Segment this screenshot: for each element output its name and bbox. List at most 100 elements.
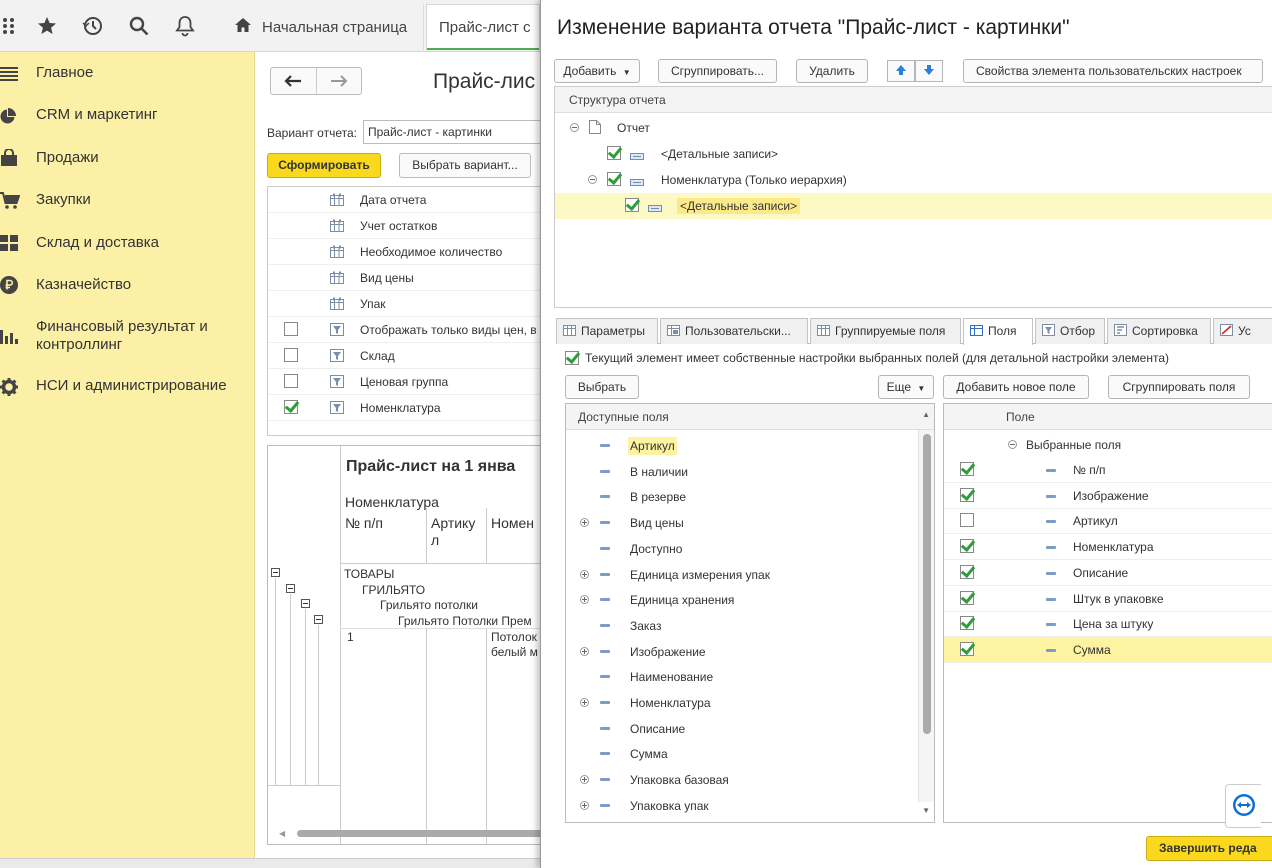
- available-field-row[interactable]: Доступно: [566, 535, 918, 561]
- settings-row[interactable]: Ценовая группа: [268, 369, 541, 395]
- settings-checkbox[interactable]: [284, 374, 298, 388]
- selected-field-row[interactable]: № п/п: [944, 457, 1272, 483]
- expand-icon[interactable]: [580, 595, 589, 605]
- group-button[interactable]: Сгруппировать...: [658, 59, 777, 83]
- variant-input[interactable]: Прайс-лист - картинки: [363, 120, 540, 144]
- available-field-row[interactable]: Наименование: [566, 663, 918, 689]
- node-checkbox[interactable]: [607, 172, 621, 186]
- delete-button[interactable]: Удалить: [796, 59, 868, 83]
- collapse-icon[interactable]: [314, 615, 323, 624]
- field-checkbox[interactable]: [960, 641, 974, 656]
- apps-grid-icon[interactable]: [0, 0, 20, 52]
- selected-field-row[interactable]: Артикул: [944, 508, 1272, 535]
- generate-button[interactable]: Сформировать: [267, 153, 381, 178]
- tab-user-settings[interactable]: Пользовательски...: [660, 318, 808, 344]
- field-checkbox[interactable]: [960, 564, 974, 579]
- settings-row[interactable]: Номенклатура: [268, 395, 541, 421]
- horizontal-scrollbar[interactable]: ◀: [267, 828, 547, 840]
- move-up-button[interactable]: [887, 60, 915, 82]
- field-checkbox[interactable]: [960, 590, 974, 605]
- tab-grouping-fields[interactable]: Группируемые поля: [810, 318, 961, 344]
- node-checkbox[interactable]: [607, 146, 621, 160]
- selected-field-row[interactable]: Сумма: [944, 636, 1272, 663]
- teamviewer-widget[interactable]: [1225, 784, 1261, 828]
- available-field-row[interactable]: Единица измерения упак: [566, 561, 918, 587]
- available-field-row[interactable]: Вид цены: [566, 509, 918, 535]
- more-button[interactable]: Еще ▼: [878, 375, 934, 399]
- expand-icon[interactable]: [580, 775, 589, 785]
- available-field-row[interactable]: Сумма: [566, 740, 918, 766]
- forward-arrow-icon[interactable]: [317, 68, 362, 94]
- selected-field-row[interactable]: Штук в упаковке: [944, 586, 1272, 612]
- available-field-row[interactable]: Номенклатура: [566, 689, 918, 715]
- tab-fields[interactable]: Поля: [963, 318, 1033, 345]
- available-field-row[interactable]: В наличии: [566, 458, 918, 484]
- tab-price-list[interactable]: Прайс-лист с: [426, 4, 540, 50]
- own-settings-option[interactable]: Текущий элемент имеет собственные настро…: [565, 351, 1169, 365]
- settings-row[interactable]: Отображать только виды цен, в: [268, 317, 541, 343]
- tree-node-nomenclature[interactable]: Номенклатура (Только иерархия): [555, 167, 1272, 193]
- collapse-icon[interactable]: [301, 599, 310, 608]
- selected-field-row[interactable]: Цена за штуку: [944, 611, 1272, 638]
- available-field-row[interactable]: Упаковка упак: [566, 792, 918, 818]
- settings-row[interactable]: Склад: [268, 343, 541, 369]
- scroll-up-icon[interactable]: ▲: [922, 410, 930, 419]
- vertical-scrollbar[interactable]: [918, 430, 934, 802]
- settings-row[interactable]: Вид цены: [268, 265, 541, 291]
- settings-checkbox[interactable]: [284, 348, 298, 362]
- choose-variant-button[interactable]: Выбрать вариант...: [399, 153, 531, 178]
- selected-field-row[interactable]: Описание: [944, 560, 1272, 586]
- star-icon[interactable]: [24, 0, 70, 52]
- settings-row[interactable]: Дата отчета: [268, 187, 541, 213]
- settings-row[interactable]: Необходимое количество: [268, 239, 541, 265]
- add-button[interactable]: Добавить ▼: [554, 59, 640, 83]
- tab-conditional[interactable]: Ус: [1213, 318, 1272, 344]
- available-field-row[interactable]: Единица хранения: [566, 586, 918, 612]
- tree-node-report[interactable]: Отчет: [555, 115, 1272, 141]
- node-checkbox[interactable]: [625, 198, 639, 212]
- available-field-row[interactable]: Артикул: [566, 432, 918, 458]
- bell-icon[interactable]: [162, 0, 208, 52]
- field-checkbox[interactable]: [960, 513, 974, 528]
- settings-row[interactable]: Упак: [268, 291, 541, 317]
- field-checkbox[interactable]: [960, 616, 974, 631]
- own-settings-checkbox[interactable]: [565, 351, 579, 365]
- scrollbar-thumb[interactable]: [923, 434, 931, 734]
- move-down-button[interactable]: [915, 60, 943, 82]
- finish-editing-button[interactable]: Завершить реда: [1146, 836, 1272, 861]
- collapse-icon[interactable]: [570, 123, 579, 132]
- collapse-icon[interactable]: [588, 175, 597, 184]
- available-field-row[interactable]: Заказ: [566, 612, 918, 638]
- expand-icon[interactable]: [580, 800, 589, 810]
- available-field-row[interactable]: В резерве: [566, 483, 918, 509]
- scroll-left-icon[interactable]: ◀: [279, 829, 285, 838]
- tree-node-detail-selected[interactable]: <Детальные записи>: [555, 193, 1272, 219]
- group-fields-button[interactable]: Сгруппировать поля: [1108, 375, 1250, 399]
- select-button[interactable]: Выбрать: [565, 375, 639, 399]
- collapse-icon[interactable]: [286, 584, 295, 593]
- available-field-row[interactable]: Описание: [566, 715, 918, 741]
- expand-icon[interactable]: [580, 518, 589, 528]
- expand-icon[interactable]: [580, 569, 589, 579]
- selected-field-row[interactable]: Номенклатура: [944, 534, 1272, 561]
- field-checkbox[interactable]: [960, 539, 974, 554]
- scrollbar-thumb[interactable]: [297, 830, 547, 837]
- field-checkbox[interactable]: [960, 462, 974, 476]
- settings-checkbox[interactable]: [284, 322, 298, 336]
- tab-sorting[interactable]: Сортировка: [1107, 318, 1211, 344]
- expand-icon[interactable]: [580, 646, 589, 656]
- field-checkbox[interactable]: [960, 487, 974, 502]
- tab-filter[interactable]: Отбор: [1035, 318, 1105, 344]
- settings-row[interactable]: Учет остатков: [268, 213, 541, 239]
- search-icon[interactable]: [116, 0, 162, 52]
- scroll-down-icon[interactable]: ▼: [922, 806, 930, 815]
- selected-field-row[interactable]: Изображение: [944, 483, 1272, 509]
- element-properties-button[interactable]: Свойства элемента пользовательских настр…: [963, 59, 1263, 83]
- available-field-row[interactable]: Упаковка базовая: [566, 766, 918, 792]
- back-arrow-icon[interactable]: [271, 68, 317, 94]
- expand-icon[interactable]: [580, 698, 589, 707]
- tab-parameters[interactable]: Параметры: [556, 318, 658, 344]
- collapse-icon[interactable]: [1008, 440, 1017, 449]
- report-preview[interactable]: Прайс-лист на 1 янва Номенклатура № п/п …: [267, 445, 540, 845]
- settings-checkbox[interactable]: [284, 400, 298, 414]
